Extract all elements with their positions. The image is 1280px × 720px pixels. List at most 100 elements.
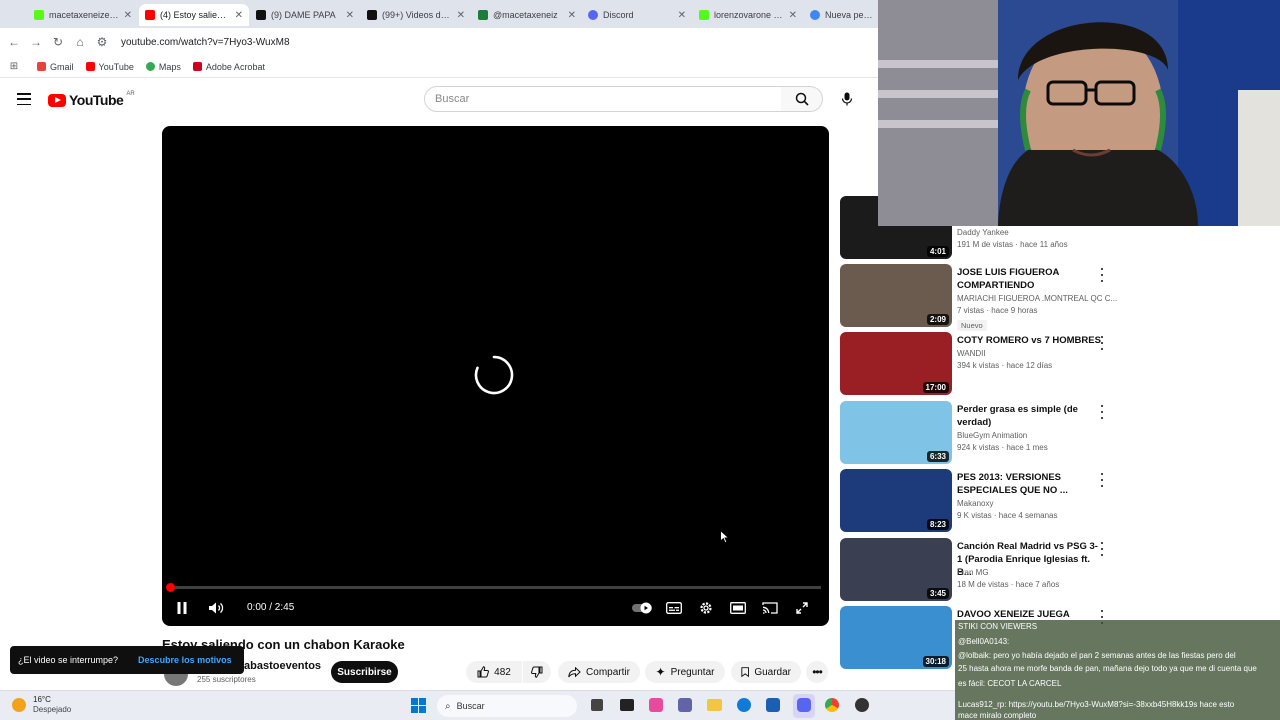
recommended-video-channel[interactable]: Fran MG (957, 568, 989, 577)
capcut-icon[interactable] (620, 699, 634, 711)
close-icon[interactable]: ✕ (457, 10, 465, 21)
taskbar-search[interactable]: ⌕ Buscar (437, 695, 577, 717)
recommended-video-title[interactable]: JOSE LUIS FIGUEROA COMPARTIENDO (957, 266, 1102, 292)
toast-message: ¿El video se interrumpe? (18, 655, 119, 665)
tiktok-favicon-icon (256, 10, 266, 20)
progress-bar[interactable] (170, 586, 821, 589)
copilot-icon[interactable] (649, 698, 663, 712)
recommended-video-title[interactable]: PES 2013: VERSIONES ESPECIALES QUE NO ..… (957, 471, 1102, 497)
browser-tab[interactable]: (99+) Videos de p ✕ (361, 4, 471, 26)
recommended-video[interactable]: 6:33 Perder grasa es simple (de verdad) Bl… (840, 401, 1120, 465)
edge-icon[interactable] (737, 698, 751, 712)
site-info-icon[interactable]: ⚙ (91, 31, 113, 53)
search-icon (795, 92, 809, 106)
recommended-video-channel[interactable]: WANDII (957, 349, 986, 358)
more-actions-button[interactable]: ••• (806, 661, 828, 683)
voice-search-button[interactable] (834, 86, 860, 112)
toast-link[interactable]: Descubre los motivos (138, 655, 232, 665)
close-icon[interactable]: ✕ (124, 10, 132, 21)
apps-grid-icon[interactable]: ⊞ (3, 56, 25, 78)
ask-button[interactable]: ✦ Preguntar (645, 661, 725, 683)
address-bar-url[interactable]: youtube.com/watch?v=7Hyo3-WuxM8 (121, 37, 290, 48)
progress-scrubber[interactable] (166, 583, 175, 592)
close-icon[interactable]: ✕ (346, 10, 354, 21)
close-icon[interactable]: ✕ (789, 10, 797, 21)
discord-favicon-icon (588, 10, 598, 20)
back-arrow-icon[interactable]: ← (3, 31, 25, 53)
bookmark-maps[interactable]: Maps (145, 61, 181, 72)
share-button[interactable]: Compartir (558, 661, 640, 683)
browser-tab[interactable]: @macetaxeneiz ✕ (472, 4, 582, 26)
ask-label: Preguntar (670, 666, 715, 678)
browser-tab[interactable]: (9) DAME PAPA ✕ (250, 4, 360, 26)
teams-icon[interactable] (678, 698, 692, 712)
cast-button[interactable] (760, 598, 780, 618)
windows-start-icon[interactable] (411, 698, 426, 713)
windows-taskbar: 16°C Despejado ⌕ Buscar (0, 690, 955, 720)
subtitles-button[interactable] (664, 598, 684, 618)
discord-icon[interactable] (797, 698, 811, 712)
recommended-video-channel[interactable]: BlueGym Animation (957, 431, 1027, 440)
browser-tab[interactable]: Discord ✕ (582, 4, 692, 26)
recommended-video-meta: 924 k vistas · hace 1 mes (957, 443, 1048, 452)
recommended-video-channel[interactable]: MARIACHI FIGUEROA .MONTREAL QC C... (957, 294, 1117, 303)
fullscreen-button[interactable] (792, 598, 812, 618)
video-player[interactable]: 0:00 / 2:45 (162, 126, 829, 626)
chrome-favicon-icon (810, 10, 820, 20)
bookmarks-bar: ⊞ Gmail YouTube Maps Adobe Acrobat (0, 56, 880, 78)
close-icon[interactable]: ✕ (678, 10, 686, 21)
browser-tab[interactable]: macetaxeneize St ✕ (28, 4, 138, 26)
bookmark-gmail[interactable]: Gmail (37, 62, 74, 72)
pause-button[interactable] (174, 598, 190, 618)
chat-message: @Bell0A0143: (958, 637, 1010, 646)
more-vertical-icon[interactable] (1098, 405, 1106, 419)
recommended-video-title[interactable]: COTY ROMERO vs 7 HOMBRES (957, 334, 1102, 347)
store-icon[interactable] (766, 698, 780, 712)
autoplay-toggle[interactable] (632, 598, 654, 618)
cast-icon (762, 602, 778, 614)
more-vertical-icon[interactable] (1098, 473, 1106, 487)
chat-message: Lucas912_rp: https://youtu.be/7Hyo3-WuxM… (958, 700, 1235, 709)
obs-icon[interactable] (855, 698, 869, 712)
close-icon[interactable]: ✕ (568, 10, 576, 21)
browser-tab[interactable]: Nueva pestaña (804, 4, 880, 26)
save-button[interactable]: Guardar (731, 661, 801, 683)
search-button[interactable] (781, 86, 823, 112)
recommended-video[interactable]: 3:45 Canción Real Madrid vs PSG 3-1 (Paro… (840, 538, 1120, 602)
recommended-video[interactable]: 2:09 JOSE LUIS FIGUEROA COMPARTIENDO MARIA… (840, 264, 1120, 331)
bookmark-adobe-acrobat[interactable]: Adobe Acrobat (192, 62, 265, 72)
volume-button[interactable] (208, 598, 226, 618)
dislike-button[interactable] (523, 661, 551, 683)
recommended-video-channel[interactable]: Makanoxy (957, 499, 993, 508)
more-vertical-icon[interactable] (1098, 268, 1106, 282)
like-button[interactable]: 482 (466, 661, 522, 683)
bookmark-label: Maps (158, 61, 181, 72)
tab-favicon-icon (478, 10, 488, 20)
subscribe-button[interactable]: Suscribirse (331, 661, 398, 683)
channel-name[interactable]: abastoeventos (244, 660, 321, 672)
stream-chat-overlay: STIKI CON VIEWERS @Bell0A0143: @lolbaik: p… (955, 620, 1280, 720)
settings-button[interactable] (696, 598, 716, 618)
recommended-video[interactable]: 8:23 PES 2013: VERSIONES ESPECIALES QUE N… (840, 469, 1120, 533)
theater-mode-button[interactable] (728, 598, 748, 618)
more-vertical-icon[interactable] (1098, 336, 1106, 350)
recommended-video[interactable]: 17:00 COTY ROMERO vs 7 HOMBRES WANDII 394 k… (840, 332, 1120, 396)
recommended-video-channel[interactable]: Daddy Yankee (957, 228, 1009, 237)
bookmark-youtube[interactable]: YouTube (85, 62, 134, 72)
close-icon[interactable]: ✕ (235, 10, 243, 21)
reload-icon[interactable]: ↻ (47, 31, 69, 53)
chrome-icon[interactable] (825, 698, 839, 712)
browser-tab[interactable]: lorenzovarone · V ✕ (693, 4, 803, 26)
youtube-logo[interactable]: YouTube AR (48, 91, 135, 108)
more-horizontal-icon: ••• (812, 665, 823, 679)
search-input[interactable]: Buscar (424, 86, 782, 112)
forward-arrow-icon[interactable]: → (25, 31, 47, 53)
logo-text: YouTube (69, 92, 124, 108)
task-view-icon[interactable] (591, 699, 603, 711)
hamburger-menu-icon[interactable] (17, 93, 31, 105)
home-icon[interactable]: ⌂ (69, 31, 91, 53)
more-vertical-icon[interactable] (1098, 542, 1106, 556)
file-explorer-icon[interactable] (707, 699, 722, 711)
browser-tab-active[interactable]: (4) Estoy saliendo ✕ (139, 4, 249, 26)
recommended-video-title[interactable]: Perder grasa es simple (de verdad) (957, 403, 1102, 429)
